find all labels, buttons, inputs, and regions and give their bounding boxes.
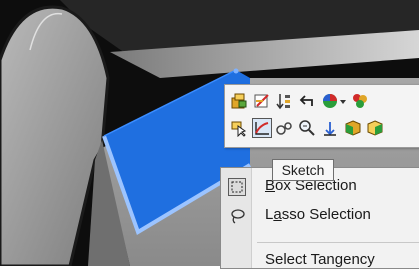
sketch-icon[interactable] xyxy=(252,118,272,138)
context-toolbar xyxy=(224,84,419,148)
view-cube-icon[interactable] xyxy=(344,119,362,137)
context-menu: Box Selection Lasso Selection Select Tan… xyxy=(220,167,419,269)
normal-to-icon[interactable] xyxy=(321,119,339,137)
component-icon[interactable] xyxy=(230,92,248,110)
select-arrow-icon[interactable] xyxy=(230,119,248,137)
zoom-icon[interactable] xyxy=(298,119,316,137)
menu-item-lasso-selection[interactable]: Lasso Selection xyxy=(221,203,419,229)
menu-item-select-tangency[interactable]: Select Tangency xyxy=(221,248,419,274)
menu-separator xyxy=(257,242,419,243)
vertex-point xyxy=(233,68,239,74)
menu-item-label: Lasso Selection xyxy=(265,206,371,223)
sort-icon[interactable] xyxy=(275,92,293,110)
edit-sketch-icon[interactable] xyxy=(253,92,271,110)
menu-item-label: Select Tangency xyxy=(265,251,375,268)
box-selection-icon xyxy=(228,178,246,196)
appearance-sphere-icon[interactable] xyxy=(321,92,347,110)
view-cube-icon-2[interactable] xyxy=(366,119,384,137)
sketch-tooltip: Sketch xyxy=(272,159,334,181)
lasso-selection-icon xyxy=(228,207,246,225)
palette-icon[interactable] xyxy=(351,92,369,110)
smart-dimension-icon[interactable] xyxy=(275,119,293,137)
undo-arrow-icon[interactable] xyxy=(298,92,316,110)
